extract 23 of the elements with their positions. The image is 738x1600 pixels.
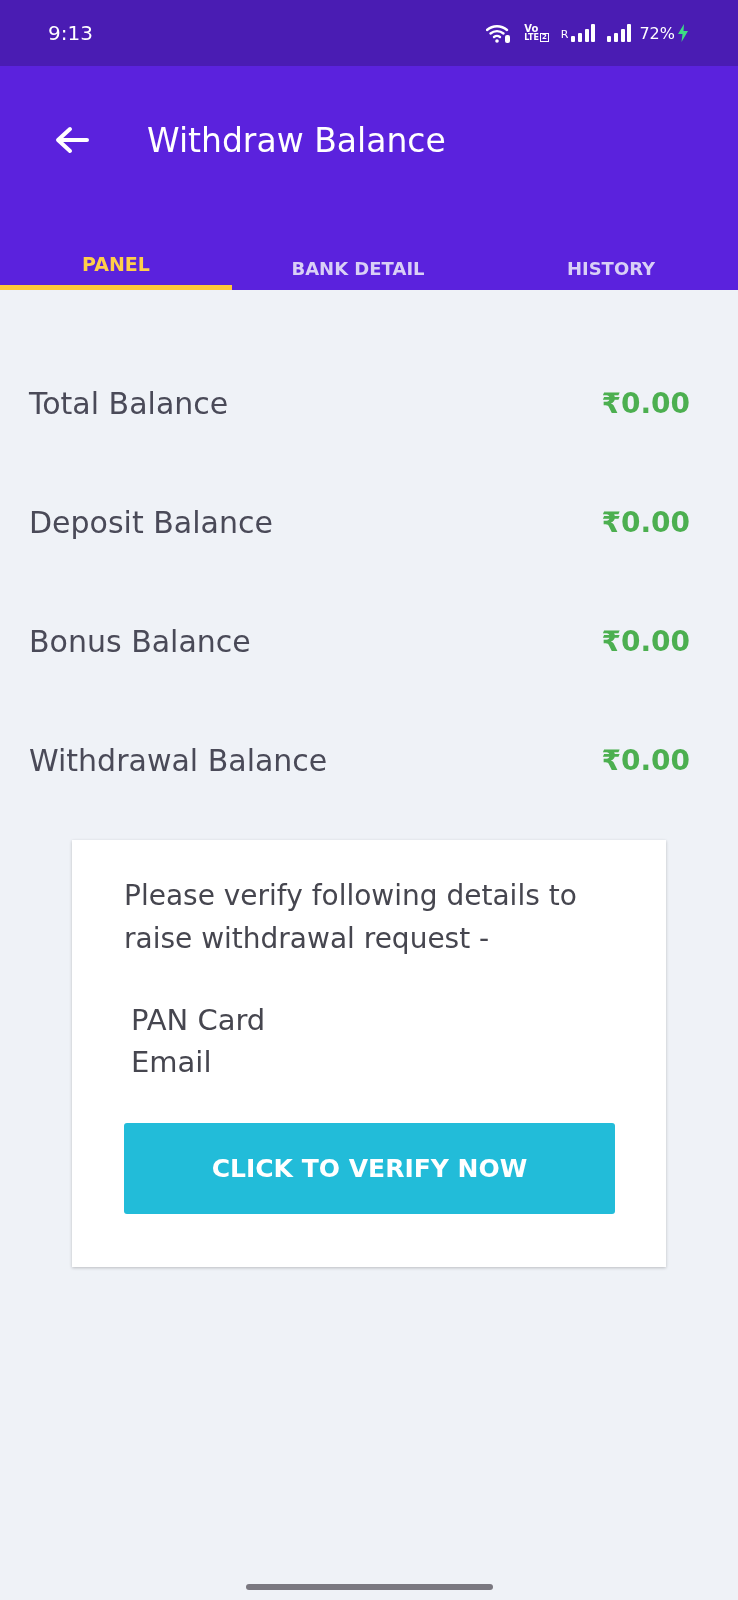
required-detail: Email [131,1044,212,1081]
back-arrow-icon [55,126,89,154]
status-time: 9:13 [48,21,93,45]
required-detail: PAN Card [131,1002,266,1039]
battery-level: 72% [639,23,675,43]
balance-amount: ₹0.00 [601,506,690,539]
tab[interactable]: PANEL [0,214,232,290]
balance-amount: ₹0.00 [601,744,690,777]
balance-label: Total Balance [29,386,229,421]
roaming-label: R [560,28,569,41]
balance-amount: ₹0.00 [601,625,690,658]
tab[interactable]: HISTORY [484,214,738,290]
tab[interactable]: BANK DETAIL [232,214,484,290]
signal-icon [607,23,632,43]
signal-icon [571,23,596,43]
wifi-icon [486,23,511,43]
balance-label: Withdrawal Balance [29,743,328,778]
screen-title: Withdraw Balance [147,120,446,160]
balance-amount: ₹0.00 [601,387,690,420]
balance-label: Deposit Balance [29,505,273,540]
balance-label: Bonus Balance [29,624,251,659]
verify-message: Please verify following details to raise withdrawal request - [124,878,578,957]
back-button[interactable] [55,126,89,154]
